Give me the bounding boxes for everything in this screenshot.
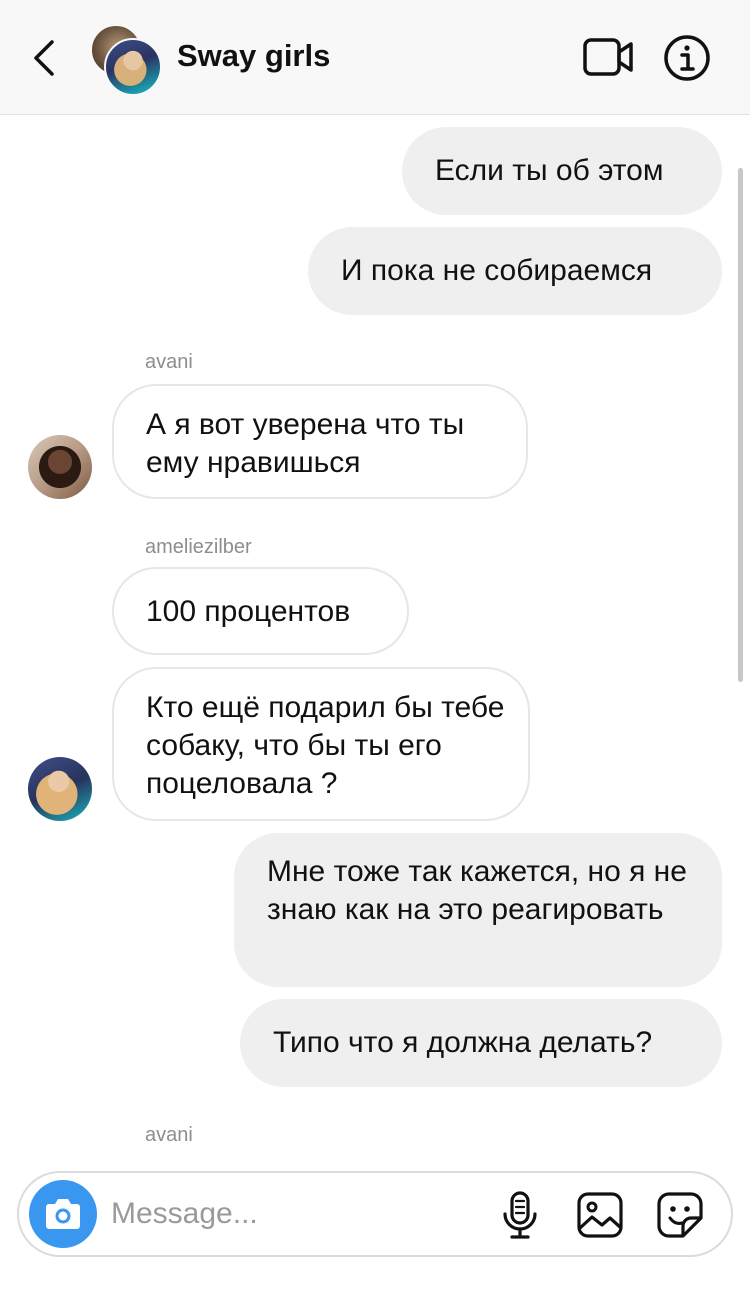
group-avatar-front xyxy=(104,38,162,96)
message-text: Мне тоже так кажется, но я не знаю как н… xyxy=(267,855,687,926)
message-text: Типо что я должна делать? xyxy=(273,1026,653,1059)
message-text: Кто ещё подарил бы тебе собаку, что бы т… xyxy=(146,691,505,800)
message-bubble-outgoing[interactable]: И пока не собираемся xyxy=(308,227,722,315)
info-button[interactable] xyxy=(662,33,712,83)
camera-icon xyxy=(46,1199,80,1229)
message-bubble-incoming[interactable]: 100 процентов xyxy=(112,567,409,655)
voice-message-button[interactable] xyxy=(497,1190,543,1240)
message-text: 100 процентов xyxy=(146,595,351,628)
message-bubble-outgoing[interactable]: Мне тоже так кажется, но я не знаю как н… xyxy=(234,833,722,987)
sticker-button[interactable] xyxy=(655,1190,705,1240)
message-bubble-incoming[interactable]: Кто ещё подарил бы тебе собаку, что бы т… xyxy=(112,667,530,821)
sender-name: avani xyxy=(145,1124,193,1146)
message-text: Если ты об этом xyxy=(435,154,664,187)
chevron-left-icon xyxy=(34,40,54,76)
message-text: А я вот уверена что ты ему нравишься xyxy=(146,408,465,479)
message-bubble-outgoing[interactable]: Типо что я должна делать? xyxy=(240,999,722,1087)
message-bubble-incoming[interactable]: А я вот уверена что ты ему нравишься xyxy=(112,384,528,499)
chat-title[interactable]: Sway girls xyxy=(177,36,330,76)
avatar[interactable] xyxy=(28,435,92,499)
message-input[interactable] xyxy=(111,1189,491,1239)
scrollbar[interactable] xyxy=(738,168,743,682)
sender-name: ameliezilber xyxy=(145,536,252,558)
video-call-button[interactable] xyxy=(581,34,635,80)
camera-button[interactable] xyxy=(29,1180,97,1248)
gallery-button[interactable] xyxy=(575,1190,625,1240)
microphone-icon xyxy=(503,1191,537,1239)
group-avatar[interactable] xyxy=(90,24,162,96)
video-camera-icon xyxy=(583,38,633,76)
message-text: И пока не собираемся xyxy=(341,254,653,287)
info-icon xyxy=(664,35,710,81)
back-button[interactable] xyxy=(26,32,66,84)
chat-header: Sway girls xyxy=(0,0,750,115)
image-icon xyxy=(577,1192,623,1238)
sticker-icon xyxy=(657,1192,703,1238)
sender-name: avani xyxy=(145,351,193,373)
message-composer xyxy=(17,1171,733,1257)
message-bubble-outgoing[interactable]: Если ты об этом xyxy=(402,127,722,215)
avatar[interactable] xyxy=(28,757,92,821)
